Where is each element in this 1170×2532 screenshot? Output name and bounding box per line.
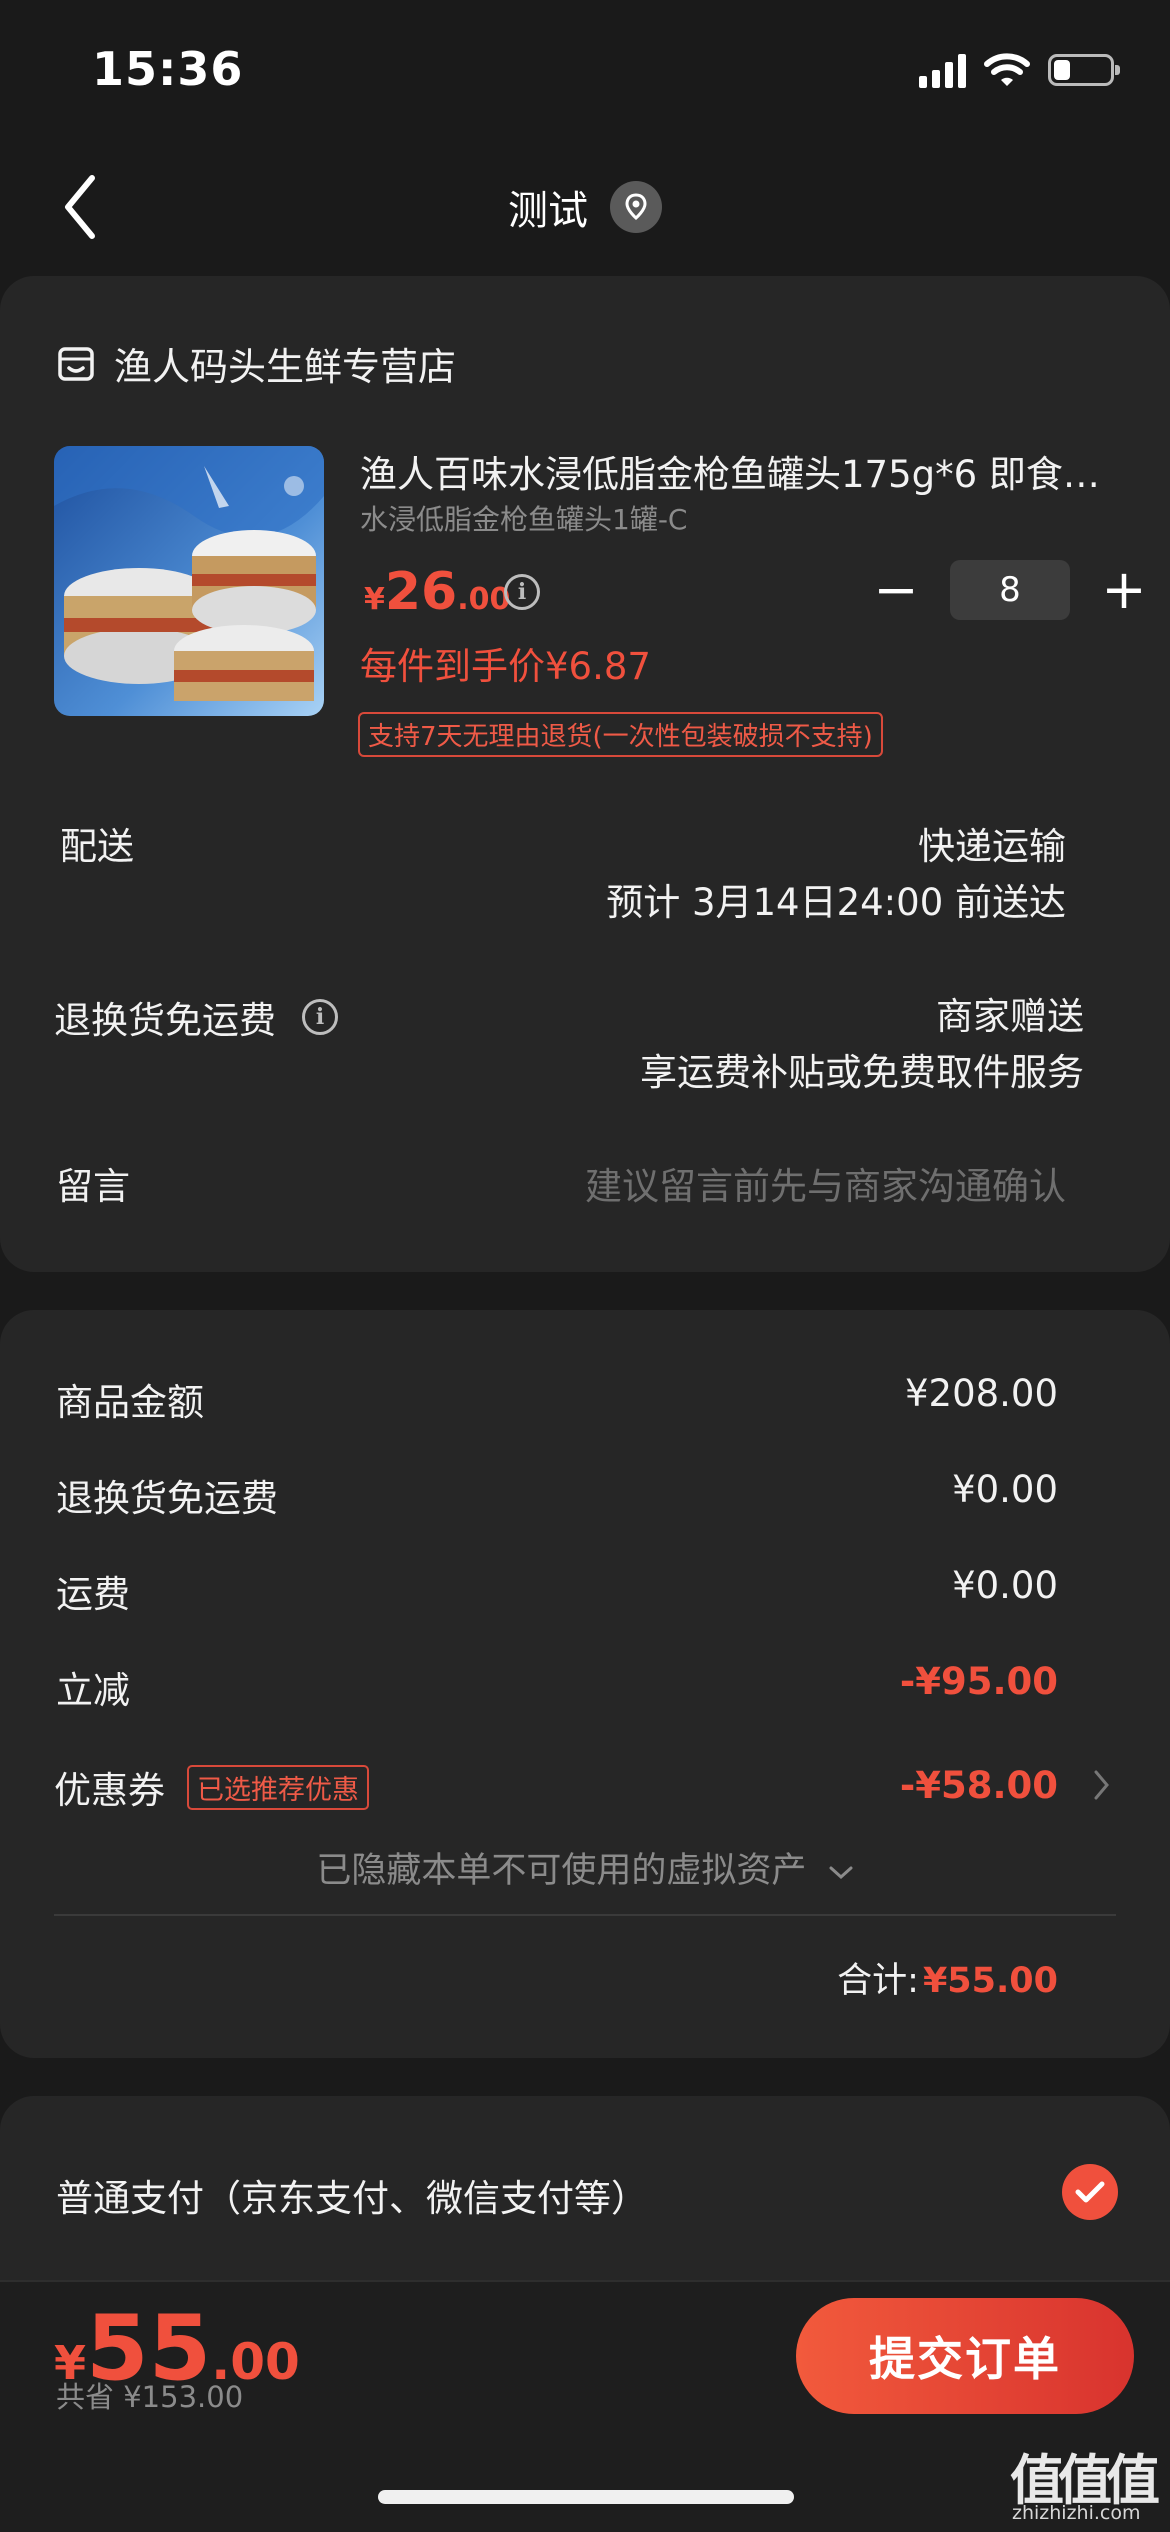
return-policy-tag: 支持7天无理由退货(一次性包装破损不支持) <box>358 712 883 757</box>
product-title[interactable]: 渔人百味水浸低脂金枪鱼罐头175g*6 即食沙拉 <box>360 444 1100 498</box>
total-label: 合计: <box>837 1961 919 2001</box>
total-value: ¥55.00 <box>922 1961 1058 2001</box>
battery-icon <box>1048 54 1120 86</box>
message-input[interactable]: 建议留言前先与商家沟通确认 <box>585 1156 1066 1210</box>
submit-order-button[interactable]: 提交订单 <box>796 2298 1134 2414</box>
saved-amount: 共省 ¥153.00 <box>56 2380 244 2414</box>
watermark-domain: zhizhizhi.com <box>1012 2502 1141 2524</box>
coupon-tag: 已选推荐优惠 <box>187 1764 369 1810</box>
return-shipping-sub: 享运费补贴或免费取件服务 <box>640 1051 1084 1094</box>
per-item-price: 每件到手价¥6.87 <box>360 645 651 688</box>
product-spec[interactable]: 水浸低脂金枪鱼罐头1罐-C <box>360 498 687 538</box>
order-card <box>0 276 1170 1272</box>
status-icons <box>919 52 1120 88</box>
price-currency: ¥ <box>364 582 385 617</box>
coupon-value[interactable]: -¥58.00 <box>900 1764 1058 1807</box>
quantity-stepper: − 8 + <box>872 560 1148 620</box>
price-integer: 26 <box>384 562 458 622</box>
product-image[interactable] <box>54 446 324 716</box>
shipping-fee-value: ¥0.00 <box>952 1564 1058 1607</box>
shop-row[interactable]: 渔人码头生鲜专营店 <box>56 336 456 391</box>
discount-value: -¥95.00 <box>899 1660 1058 1703</box>
summary-total: 合计: ¥55.00 <box>837 1952 1058 2003</box>
price-info-icon[interactable]: i <box>504 574 540 610</box>
delivery-method[interactable]: 快递运输 <box>918 816 1066 870</box>
hidden-assets-toggle[interactable]: 已隐藏本单不可使用的虚拟资产 <box>0 1842 1170 1893</box>
hidden-assets-note: 已隐藏本单不可使用的虚拟资产 <box>316 1851 807 1891</box>
cellular-signal-icon <box>919 52 966 88</box>
return-shipping-value: 商家赠送 <box>936 995 1084 1038</box>
return-shipping-info-icon[interactable]: i <box>302 999 338 1035</box>
delivery-eta: 预计 3月14日24:00 前送达 <box>606 881 1066 924</box>
goods-amount-value: ¥208.00 <box>904 1372 1058 1415</box>
summary-divider <box>54 1914 1116 1916</box>
product-price: ¥ 26 .00 <box>364 562 510 622</box>
delivery-label: 配送 <box>60 825 134 868</box>
nav-title-bar: 测试 <box>0 178 1170 236</box>
goods-amount-label: 商品金额 <box>56 1381 204 1424</box>
return-fee-label: 退换货免运费 <box>56 1477 278 1520</box>
store-icon <box>58 346 94 381</box>
message-label: 留言 <box>56 1165 130 1208</box>
location-icon[interactable] <box>610 181 662 233</box>
chevron-right-icon[interactable] <box>1090 1768 1112 1802</box>
status-time: 15:36 <box>92 42 244 96</box>
return-shipping-label: 退换货免运费 <box>54 999 276 1042</box>
return-fee-value: ¥0.00 <box>952 1468 1058 1511</box>
payment-selected-check-icon[interactable] <box>1062 2164 1118 2220</box>
minus-icon[interactable]: − <box>872 563 920 617</box>
page-title: 测试 <box>508 188 588 234</box>
wifi-icon <box>984 53 1030 86</box>
discount-label: 立减 <box>56 1669 130 1712</box>
shop-name: 渔人码头生鲜专营店 <box>114 345 457 389</box>
coupon-row[interactable]: 优惠券 已选推荐优惠 <box>54 1760 369 1814</box>
plus-icon[interactable]: + <box>1100 563 1148 617</box>
quantity-input[interactable]: 8 <box>950 560 1070 620</box>
payment-method-label[interactable]: 普通支付（京东支付、微信支付等） <box>56 2168 648 2222</box>
home-indicator[interactable] <box>378 2490 794 2504</box>
chevron-down-icon <box>829 1866 853 1880</box>
return-shipping-row: 退换货免运费 i <box>54 990 338 1044</box>
coupon-label: 优惠券 <box>54 1769 165 1812</box>
shipping-fee-label: 运费 <box>56 1573 130 1616</box>
price-decimal: .00 <box>457 582 511 617</box>
